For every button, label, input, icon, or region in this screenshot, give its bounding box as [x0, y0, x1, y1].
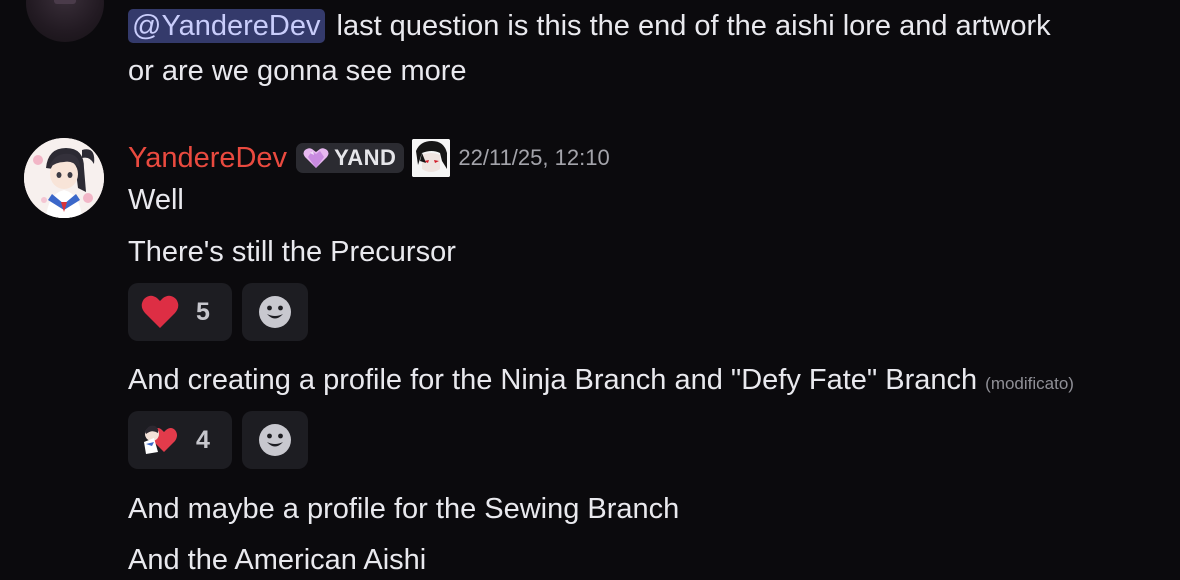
previous-message-line-2: or are we gonna see more	[128, 55, 467, 87]
red-heart-icon	[141, 295, 179, 328]
message-timestamp[interactable]: 22/11/25, 12:10	[458, 145, 609, 171]
previous-message-line-1: @YandereDev last question is this the end…	[128, 8, 1051, 44]
reaction-count: 5	[196, 297, 210, 326]
smiley-add-reaction-icon	[259, 424, 291, 456]
previous-author-avatar[interactable]	[26, 0, 104, 42]
reaction-heart[interactable]: 5	[128, 283, 232, 341]
user-mention[interactable]: @YandereDev	[128, 9, 325, 43]
add-reaction-button[interactable]	[242, 283, 308, 341]
guild-tag-label: YAND	[334, 145, 397, 170]
guild-tag-badge[interactable]: YAND	[296, 143, 405, 173]
add-reaction-button[interactable]	[242, 411, 308, 469]
author-username[interactable]: YandereDev	[128, 142, 287, 175]
message-line-5: And the American Aishi	[128, 544, 427, 576]
message-line-4: And maybe a profile for the Sewing Branc…	[128, 493, 680, 525]
message-header: YandereDev YAND 22/11/25, 12:10	[128, 138, 610, 178]
message-line-3: And creating a profile for the Ninja Bra…	[128, 362, 1074, 402]
message-line-3-text: And creating a profile for the Ninja Bra…	[128, 364, 978, 396]
previous-message-text-1: last question is this the end of the ais…	[336, 10, 1051, 42]
reaction-sticker[interactable]: 4	[128, 411, 232, 469]
heart-hug-sticker-icon	[140, 422, 180, 458]
reaction-count: 4	[196, 425, 210, 454]
message-line-2: There's still the Precursor	[128, 236, 456, 268]
crystal-heart-icon	[303, 148, 329, 168]
message-line-1: Well	[128, 184, 184, 216]
edited-label: (modificato)	[985, 374, 1074, 393]
smiley-add-reaction-icon	[259, 296, 291, 328]
role-icon[interactable]	[412, 139, 451, 177]
author-avatar[interactable]	[24, 138, 104, 218]
